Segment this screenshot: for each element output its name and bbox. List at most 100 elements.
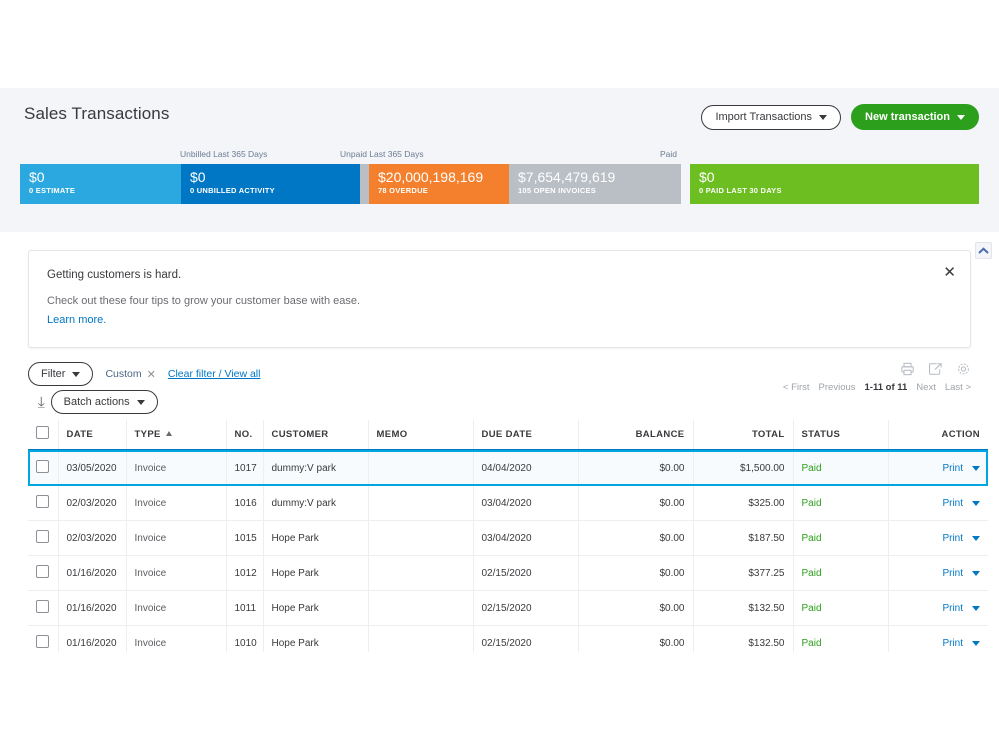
new-transaction-button[interactable]: New transaction [851, 104, 979, 130]
pagination-next[interactable]: Next [916, 382, 936, 393]
clear-filter-link[interactable]: Clear filter / View all [168, 368, 261, 380]
table-body: 03/05/2020 Invoice 1017 dummy:V park 04/04/2… [28, 450, 988, 652]
row-checkbox[interactable] [36, 635, 49, 648]
cell-total: $187.50 [693, 520, 794, 556]
table-row[interactable]: 02/03/2020 Invoice 1016 dummy:V park 03/04/2… [28, 485, 988, 521]
money-bar-segment-paid[interactable]: $0 0 PAID LAST 30 DAYS [690, 164, 979, 204]
row-checkbox[interactable] [36, 565, 49, 578]
pagination-first[interactable]: < First [783, 382, 810, 393]
custom-filter-chip[interactable]: Custom ✕ [105, 368, 155, 381]
money-bar-segment-unbilled[interactable]: $0 0 UNBILLED ACTIVITY [181, 164, 360, 204]
status-badge: Paid [801, 532, 822, 544]
filter-button[interactable]: Filter [28, 362, 94, 386]
money-bar-segments: $0 0 ESTIMATE $0 0 UNBILLED ACTIVITY $20… [20, 164, 979, 204]
cell-customer: Hope Park [263, 590, 369, 626]
column-type[interactable]: TYPE [126, 420, 227, 451]
status-badge: Paid [801, 602, 822, 614]
promo-banner-body: Check out these four tips to grow your c… [47, 295, 361, 307]
remove-filter-icon[interactable]: ✕ [147, 368, 156, 381]
row-checkbox[interactable] [36, 530, 49, 543]
pagination: < First Previous 1-11 of 11 Next Last > [783, 382, 971, 393]
cell-action: Print [888, 625, 988, 652]
table-row[interactable]: 01/16/2020 Invoice 1011 Hope Park 02/15/2020… [28, 590, 988, 626]
cell-type: Invoice [126, 590, 227, 626]
sales-transactions-page: Sales Transactions Import Transactions N… [0, 88, 999, 652]
column-date[interactable]: DATE [58, 420, 127, 451]
scroll-up-button[interactable] [975, 242, 992, 259]
money-bar-segment-estimate[interactable]: $0 0 ESTIMATE [20, 164, 181, 204]
cell-date: 03/05/2020 [58, 450, 127, 486]
print-action-link[interactable]: Print [942, 638, 963, 649]
column-due-date[interactable]: DUE DATE [473, 420, 579, 451]
column-memo[interactable]: MEMO [368, 420, 474, 451]
cell-type: Invoice [126, 485, 227, 521]
cell-customer: Hope Park [263, 520, 369, 556]
row-checkbox[interactable] [36, 460, 49, 473]
print-action-link[interactable]: Print [942, 568, 963, 579]
cell-type: Invoice [126, 555, 227, 591]
row-select-cell [28, 520, 59, 556]
chevron-down-icon [72, 371, 81, 377]
status-badge: Paid [801, 637, 822, 649]
cell-type: Invoice [126, 450, 227, 486]
chevron-down-icon[interactable] [972, 535, 980, 541]
money-bar-gap [681, 164, 690, 204]
pagination-last[interactable]: Last > [945, 382, 971, 393]
print-action-link[interactable]: Print [942, 498, 963, 509]
cell-status: Paid [793, 590, 889, 626]
table-row[interactable]: 01/16/2020 Invoice 1010 Hope Park 02/15/2020… [28, 625, 988, 652]
print-icon[interactable] [900, 362, 915, 376]
open-invoices-sublabel: 105 OPEN INVOICES [518, 186, 597, 195]
cell-customer: dummy:V park [263, 450, 369, 486]
column-balance[interactable]: BALANCE [578, 420, 694, 451]
batch-actions-button[interactable]: Batch actions [50, 390, 158, 414]
chevron-down-icon[interactable] [972, 640, 980, 646]
chevron-down-icon[interactable] [972, 465, 980, 471]
row-checkbox[interactable] [36, 495, 49, 508]
sort-arrow-icon[interactable]: ⤓ [38, 395, 45, 410]
estimate-amount: $0 [29, 169, 45, 185]
column-status[interactable]: STATUS [793, 420, 889, 451]
pagination-previous[interactable]: Previous [819, 382, 856, 393]
cell-due-date: 02/15/2020 [473, 555, 579, 591]
table-row[interactable]: 02/03/2020 Invoice 1015 Hope Park 03/04/2020… [28, 520, 988, 556]
export-icon[interactable] [928, 362, 943, 376]
row-checkbox[interactable] [36, 600, 49, 613]
money-bar-segment-overdue[interactable]: $20,000,198,169 78 OVERDUE [369, 164, 509, 204]
cell-total: $132.50 [693, 625, 794, 652]
column-action: ACTION [888, 420, 988, 451]
table-header-row: DATE TYPE NO. CUSTOMER MEMO DUE DATE BAL… [28, 420, 988, 451]
select-all-checkbox[interactable] [36, 426, 49, 439]
chevron-down-icon[interactable] [972, 570, 980, 576]
promo-banner-title: Getting customers is hard. [47, 269, 182, 281]
import-transactions-button[interactable]: Import Transactions [701, 104, 842, 130]
print-action-link[interactable]: Print [942, 463, 963, 474]
transactions-table-wrap: DATE TYPE NO. CUSTOMER MEMO DUE DATE BAL… [28, 420, 988, 652]
cell-memo [368, 520, 474, 556]
table-row[interactable]: 03/05/2020 Invoice 1017 dummy:V park 04/04/2… [28, 450, 988, 486]
promo-banner-learn-more-link[interactable]: Learn more. [47, 314, 106, 326]
close-icon[interactable]: ✕ [943, 265, 956, 280]
filter-controls: Filter Custom ✕ Clear filter / View all [28, 362, 260, 386]
cell-memo [368, 590, 474, 626]
column-total[interactable]: TOTAL [693, 420, 794, 451]
paid-amount: $0 [699, 169, 715, 185]
estimate-sublabel: 0 ESTIMATE [29, 186, 76, 195]
status-badge: Paid [801, 567, 822, 579]
column-customer[interactable]: CUSTOMER [263, 420, 369, 451]
print-action-link[interactable]: Print [942, 603, 963, 614]
chevron-down-icon[interactable] [972, 500, 980, 506]
cell-date: 01/16/2020 [58, 590, 127, 626]
row-select-cell [28, 625, 59, 652]
chevron-down-icon[interactable] [972, 605, 980, 611]
gear-icon[interactable] [956, 362, 971, 376]
cell-status: Paid [793, 555, 889, 591]
cell-date: 02/03/2020 [58, 485, 127, 521]
print-action-link[interactable]: Print [942, 533, 963, 544]
cell-total: $132.50 [693, 590, 794, 626]
money-bar-segment-open-invoices[interactable]: $7,654,479,619 105 OPEN INVOICES [509, 164, 681, 204]
row-select-cell [28, 450, 59, 486]
column-no[interactable]: NO. [226, 420, 264, 451]
cell-total: $1,500.00 [693, 450, 794, 486]
table-row[interactable]: 01/16/2020 Invoice 1012 Hope Park 02/15/2020… [28, 555, 988, 591]
